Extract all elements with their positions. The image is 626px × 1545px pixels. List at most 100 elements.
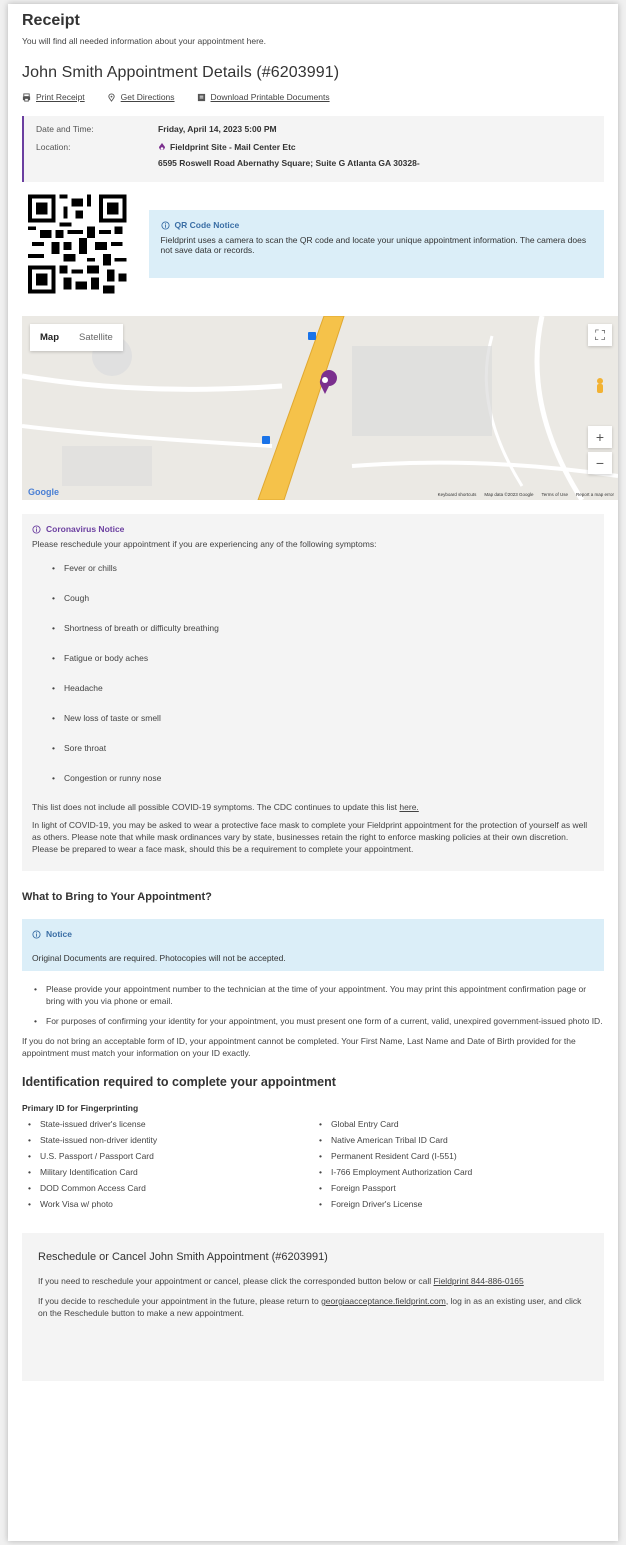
receipt-page: Receipt You will find all needed informa…	[8, 4, 618, 1541]
transit-icon[interactable]	[308, 332, 316, 340]
location-address: 6595 Roswell Road Abernathy Square; Suit…	[158, 158, 420, 168]
fieldprint-logo-icon	[159, 142, 165, 150]
list-item: U.S. Passport / Passport Card	[28, 1151, 313, 1161]
symptoms-list: Fever or chills Cough Shortness of breat…	[32, 563, 594, 783]
zoom-out-icon: −	[595, 455, 605, 471]
qr-notice-title: QR Code Notice	[174, 220, 240, 230]
list-item: Global Entry Card	[319, 1119, 604, 1129]
appointment-actions: Print Receipt Get Directions Download Pr…	[22, 92, 604, 102]
id-list-right: Global Entry Card Native American Tribal…	[313, 1119, 604, 1215]
keyboard-shortcuts-link[interactable]: Keyboard shortcuts	[438, 492, 477, 497]
fieldprint-site-link[interactable]: georgiaacceptance.fieldprint.com	[321, 1296, 446, 1306]
info-icon	[32, 929, 41, 939]
location-row: Location: Fieldprint Site - Mail Center …	[36, 142, 604, 168]
zoom-in-icon: +	[595, 429, 605, 445]
mask-paragraph: In light of COVID-19, you may be asked t…	[32, 820, 588, 854]
get-directions-link[interactable]: Get Directions	[107, 92, 175, 102]
list-item: Cough	[52, 593, 594, 603]
list-item: Sore throat	[52, 743, 594, 753]
qr-code	[28, 194, 127, 294]
satellite-tab[interactable]: Satellite	[69, 324, 123, 351]
reschedule-paragraph-1: If you need to reschedule your appointme…	[38, 1275, 590, 1287]
fullscreen-icon: ⛶	[595, 326, 605, 343]
info-icon	[32, 524, 41, 534]
coronavirus-notice: Coronavirus Notice Please reschedule you…	[22, 514, 604, 799]
report-error-link[interactable]: Report a map error	[576, 492, 614, 497]
documents-notice: Notice Original Documents are required. …	[22, 919, 604, 971]
qr-section: QR Code Notice Fieldprint uses a camera …	[22, 194, 604, 294]
download-documents-label: Download Printable Documents	[210, 92, 330, 102]
cdc-paragraph: This list does not include all possible …	[32, 801, 594, 813]
print-receipt-link[interactable]: Print Receipt	[22, 92, 85, 102]
covid-notice-header: Coronavirus Notice	[32, 524, 594, 534]
reschedule-paragraph-2: If you decide to reschedule your appoint…	[38, 1295, 590, 1319]
primary-id-heading: Primary ID for Fingerprinting	[22, 1103, 139, 1113]
qr-code-notice: QR Code Notice Fieldprint uses a camera …	[148, 210, 604, 278]
id-list: State-issued driver's license State-issu…	[22, 1119, 604, 1215]
list-item: DOD Common Access Card	[28, 1183, 313, 1193]
map-pin-icon	[108, 93, 115, 102]
document-icon	[197, 93, 205, 101]
terms-link[interactable]: Terms of Use	[541, 492, 568, 497]
list-item: Work Visa w/ photo	[28, 1199, 313, 1209]
reschedule-text-1: If you need to reschedule your appointme…	[38, 1276, 432, 1286]
list-item: State-issued driver's license	[28, 1119, 313, 1129]
pegman-button[interactable]	[588, 376, 612, 398]
list-item: Headache	[52, 683, 594, 693]
location-label: Location:	[36, 142, 71, 152]
documents-notice-text: Original Documents are required. Photoco…	[32, 953, 286, 963]
list-item: Fatigue or body aches	[52, 653, 594, 663]
print-receipt-label: Print Receipt	[36, 92, 85, 102]
page-subtitle: You will find all needed information abo…	[22, 36, 266, 46]
cdc-text: This list does not include all possible …	[32, 802, 398, 812]
google-logo: Google	[28, 487, 59, 497]
list-item: Fever or chills	[52, 563, 594, 573]
qr-notice-header: QR Code Notice	[160, 220, 592, 230]
appointment-title: John Smith Appointment Details (#6203991…	[22, 64, 340, 81]
zoom-out-button[interactable]: −	[588, 452, 612, 474]
what-to-bring-heading: What to Bring to Your Appointment?	[22, 891, 212, 903]
map-tab[interactable]: Map	[30, 324, 69, 351]
list-item: Please provide your appointment number t…	[34, 983, 604, 1007]
bring-list: Please provide your appointment number t…	[22, 983, 604, 1027]
date-value: Friday, April 14, 2023 5:00 PM	[158, 124, 277, 134]
get-directions-label: Get Directions	[120, 92, 175, 102]
page-title: Receipt	[22, 12, 80, 29]
identification-heading: Identification required to complete your…	[22, 1075, 336, 1089]
list-item: For purposes of confirming your identity…	[34, 1015, 604, 1027]
fullscreen-button[interactable]: ⛶	[588, 324, 612, 346]
list-item: Foreign Driver's License	[319, 1199, 604, 1209]
list-item: I-766 Employment Authorization Card	[319, 1167, 604, 1177]
location-map[interactable]: Map Satellite ⛶ + − Google Keyboard shor…	[22, 316, 618, 500]
documents-notice-title: Notice	[46, 929, 72, 939]
list-item: Congestion or runny nose	[52, 773, 594, 783]
list-item: New loss of taste or smell	[52, 713, 594, 723]
covid-intro: Please reschedule your appointment if yo…	[32, 539, 377, 549]
transit-icon[interactable]	[262, 436, 270, 444]
list-item: Permanent Resident Card (I-551)	[319, 1151, 604, 1161]
printer-icon	[22, 92, 31, 102]
appointment-info: Date and Time: Friday, April 14, 2023 5:…	[22, 116, 604, 182]
documents-notice-header: Notice	[32, 929, 594, 939]
map-type-tabs: Map Satellite	[30, 324, 123, 351]
date-label: Date and Time:	[36, 124, 94, 134]
location-name: Fieldprint Site - Mail Center Etc	[170, 142, 296, 152]
qr-notice-text: Fieldprint uses a camera to scan the QR …	[160, 235, 587, 255]
list-item: Native American Tribal ID Card	[319, 1135, 604, 1145]
cdc-link[interactable]: here.	[399, 802, 418, 812]
date-row: Date and Time: Friday, April 14, 2023 5:…	[36, 124, 604, 134]
download-documents-link[interactable]: Download Printable Documents	[197, 92, 330, 102]
id-list-left: State-issued driver's license State-issu…	[22, 1119, 313, 1215]
location-name-line: Fieldprint Site - Mail Center Etc	[158, 142, 420, 152]
list-item: State-issued non-driver identity	[28, 1135, 313, 1145]
map-footer: Keyboard shortcuts Map data ©2023 Google…	[438, 492, 614, 497]
reschedule-section: Reschedule or Cancel John Smith Appointm…	[22, 1233, 604, 1381]
reschedule-title: Reschedule or Cancel John Smith Appointm…	[38, 1251, 328, 1263]
covid-additional-info: This list does not include all possible …	[22, 799, 604, 871]
covid-notice-title: Coronavirus Notice	[46, 524, 125, 534]
map-data-text: Map data ©2023 Google	[484, 492, 534, 497]
fieldprint-phone-link[interactable]: Fieldprint 844-886-0165	[434, 1276, 524, 1286]
list-item: Shortness of breath or difficulty breath…	[52, 623, 594, 633]
pegman-icon	[597, 378, 603, 393]
zoom-in-button[interactable]: +	[588, 426, 612, 448]
